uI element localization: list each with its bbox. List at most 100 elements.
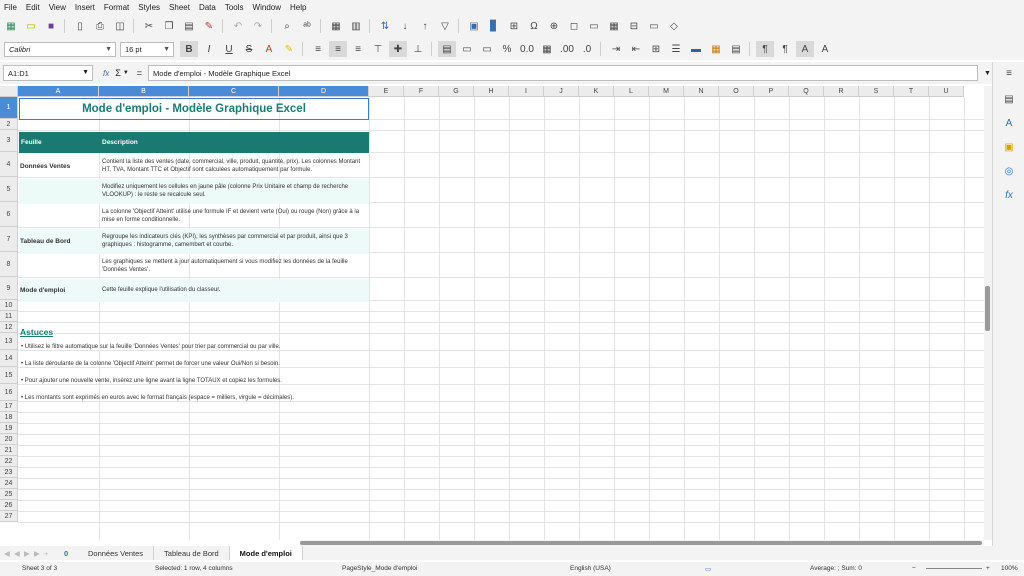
tab-nav-next-icon[interactable]: ▶	[24, 549, 34, 558]
export-pdf-icon[interactable]: ▯	[71, 18, 89, 34]
row-header[interactable]: 19	[0, 423, 18, 434]
align-middle-icon[interactable]: ✚	[389, 41, 407, 57]
row-header[interactable]: 11	[0, 311, 18, 322]
find-replace-icon[interactable]: ⌕	[278, 18, 296, 34]
vertical-scroll-thumb[interactable]	[985, 286, 990, 331]
cut-icon[interactable]: ✂	[140, 18, 158, 34]
chart-icon[interactable]: ▊	[485, 18, 503, 34]
chevron-down-icon[interactable]: ▼	[163, 46, 170, 53]
status-language[interactable]: English (USA)	[570, 565, 611, 572]
zoom-in-icon[interactable]: +	[986, 565, 990, 572]
description-cell[interactable]: La colonne 'Objectif Atteint' utilise un…	[100, 205, 369, 228]
date-format-icon[interactable]: ▦	[538, 41, 556, 57]
italic-icon[interactable]: I	[200, 41, 218, 57]
column-header[interactable]: H	[474, 86, 509, 97]
row-header[interactable]: 6	[0, 202, 18, 227]
hyperlink-icon[interactable]: ⊕	[545, 18, 563, 34]
open-icon[interactable]: ▭	[22, 18, 40, 34]
comment-icon[interactable]: ◻	[565, 18, 583, 34]
background-color-icon[interactable]: ▦	[707, 41, 725, 57]
new-icon[interactable]: ▦	[2, 18, 20, 34]
formula-input[interactable]: Mode d'emploi - Modèle Graphique Excel	[148, 65, 979, 81]
print-icon[interactable]: ⎙	[91, 18, 109, 34]
row-header[interactable]: 22	[0, 456, 18, 467]
spelling-icon[interactable]: ᵃᵇ	[298, 18, 316, 34]
column-header[interactable]: N	[684, 86, 719, 97]
description-cell[interactable]: Regroupe les indicateurs clés (KPI), les…	[100, 230, 369, 253]
column-header[interactable]: O	[719, 86, 754, 97]
right-to-left-icon[interactable]: ¶	[776, 41, 794, 57]
align-center-icon[interactable]: ≡	[329, 41, 347, 57]
autofilter-icon[interactable]: ▽	[436, 18, 454, 34]
font-name-box[interactable]: Calibri ▼	[4, 41, 116, 57]
save-icon[interactable]: ■	[42, 18, 60, 34]
column-header[interactable]: M	[649, 86, 684, 97]
align-bottom-icon[interactable]: ⊥	[409, 41, 427, 57]
border-style-icon[interactable]: ☰	[667, 41, 685, 57]
column-header[interactable]: Q	[789, 86, 824, 97]
column-icon[interactable]: ▥	[347, 18, 365, 34]
sheet-name-cell[interactable]: Données Ventes	[19, 154, 99, 179]
wrap-text-icon[interactable]: ▤	[438, 41, 456, 57]
row-header[interactable]: 2	[0, 119, 18, 130]
column-header[interactable]: P	[754, 86, 789, 97]
column-header[interactable]: B	[99, 86, 189, 97]
menu-icon[interactable]: ≡	[1002, 66, 1016, 80]
menu-insert[interactable]: Insert	[75, 3, 95, 12]
row-header[interactable]: 20	[0, 434, 18, 445]
conditional-format-icon[interactable]: ▤	[727, 41, 745, 57]
add-decimal-icon[interactable]: .00	[558, 41, 576, 57]
properties-icon[interactable]: ▤	[1002, 92, 1016, 106]
row-header[interactable]: 15	[0, 367, 18, 384]
column-header[interactable]: E	[369, 86, 404, 97]
column-header[interactable]: S	[859, 86, 894, 97]
sum-dropdown-icon[interactable]: ▼	[123, 70, 129, 76]
column-header[interactable]: C	[189, 86, 279, 97]
menu-help[interactable]: Help	[290, 3, 306, 12]
row-header[interactable]: 3	[0, 130, 18, 152]
row-header[interactable]: 14	[0, 350, 18, 367]
underline-icon[interactable]: U	[220, 41, 238, 57]
functions-icon[interactable]: fx	[1002, 188, 1016, 202]
column-header[interactable]: A	[18, 86, 99, 97]
row-header[interactable]: 13	[0, 333, 18, 350]
status-zoom[interactable]: 100%	[1001, 565, 1018, 572]
navigator-icon[interactable]: ◎	[1002, 164, 1016, 178]
row-header[interactable]: 23	[0, 467, 18, 478]
description-cell[interactable]: Cette feuille explique l'utilisation du …	[100, 280, 369, 301]
row-header[interactable]: 9	[0, 277, 18, 300]
sort-ascending-icon[interactable]: ↓	[396, 18, 414, 34]
row-header[interactable]: 24	[0, 478, 18, 489]
align-right-icon[interactable]: ≡	[349, 41, 367, 57]
clone-formatting-icon[interactable]: ✎	[200, 18, 218, 34]
tips-title[interactable]: Astuces	[20, 327, 53, 337]
tab-nav-first-icon[interactable]: ◀	[4, 549, 14, 558]
selection-mode-icon[interactable]: ▭	[705, 565, 711, 573]
add-sheet-icon[interactable]: +	[44, 549, 58, 558]
column-header[interactable]: K	[579, 86, 614, 97]
split-window-icon[interactable]: ▭	[645, 18, 663, 34]
increase-indent-icon[interactable]: ⇥	[607, 41, 625, 57]
tip-line[interactable]: • Utilisez le filtre automatique sur la …	[19, 341, 619, 355]
formula-icon[interactable]: =	[137, 68, 142, 78]
column-header[interactable]: D	[279, 86, 369, 97]
merge-cells-icon[interactable]: ▭	[458, 41, 476, 57]
headers-footers-icon[interactable]: ▭	[585, 18, 603, 34]
column-header[interactable]: T	[894, 86, 929, 97]
menu-styles[interactable]: Styles	[138, 3, 160, 12]
show-draw-functions-icon[interactable]: ◇	[665, 18, 683, 34]
sum-icon[interactable]: Σ	[115, 68, 121, 78]
number-format-icon[interactable]: 0.0	[518, 41, 536, 57]
chevron-down-icon[interactable]: ▼	[82, 69, 89, 76]
row-header[interactable]: 10	[0, 300, 18, 311]
highlight-color-icon[interactable]: ✎	[280, 41, 298, 57]
sort-icon[interactable]: ⇅	[376, 18, 394, 34]
align-top-icon[interactable]: ⊤	[369, 41, 387, 57]
description-cell[interactable]: Contient la liste des ventes (date, comm…	[100, 155, 369, 178]
row-header[interactable]: 4	[0, 152, 18, 177]
row-header[interactable]: 7	[0, 227, 18, 252]
row-header[interactable]: 18	[0, 412, 18, 423]
column-header[interactable]: J	[544, 86, 579, 97]
column-header[interactable]: R	[824, 86, 859, 97]
undo-icon[interactable]: ↶	[229, 18, 247, 34]
